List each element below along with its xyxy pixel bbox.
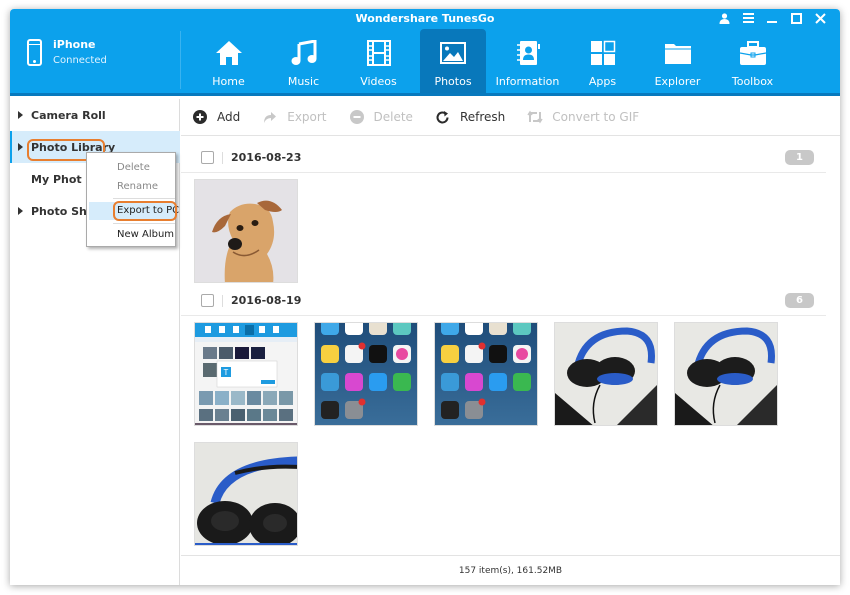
nav-videos[interactable]: Videos: [341, 29, 416, 93]
app-window: Wondershare TunesGo iPhone Connected Hom…: [10, 9, 840, 585]
nav-label: Photos: [434, 75, 472, 88]
group-date: 2016-08-19: [231, 294, 302, 307]
sidebar-item-label: Photo Sh: [31, 204, 87, 218]
nav-label: Toolbox: [731, 75, 774, 88]
delete-button[interactable]: Delete: [349, 109, 413, 125]
nav-label: Videos: [360, 75, 397, 88]
status-bar: 157 item(s), 161.52MB: [181, 555, 840, 585]
contacts-icon: [513, 38, 543, 68]
delete-label: Delete: [373, 110, 413, 124]
maximize-icon[interactable]: [790, 12, 802, 24]
export-label: Export: [287, 110, 327, 124]
plus-circle-icon: [192, 109, 208, 125]
photo-thumbnail-dog[interactable]: [194, 179, 298, 283]
nav-apps[interactable]: Apps: [565, 29, 640, 93]
sidebar-item-camera-roll[interactable]: Camera Roll: [10, 99, 180, 131]
add-label: Add: [217, 110, 241, 124]
add-button[interactable]: Add: [192, 109, 240, 125]
count-badge: 6: [785, 293, 814, 308]
home-icon: [214, 38, 244, 68]
convert-to-gif-button[interactable]: Convert to GIF: [527, 109, 639, 125]
context-menu-export-to-pc[interactable]: Export to PC: [89, 202, 179, 220]
photo-thumbnail-headphones[interactable]: [674, 322, 778, 426]
photo-thumbnail-headphones[interactable]: [194, 442, 298, 546]
device-name: iPhone: [53, 38, 96, 51]
menu-divider: [113, 198, 175, 199]
music-icon: [289, 38, 319, 68]
refresh-icon: [435, 109, 451, 125]
photo-thumbnail-homescreen[interactable]: [314, 322, 418, 426]
nav-music[interactable]: Music: [266, 29, 341, 93]
photo-thumbnail-homescreen[interactable]: [434, 322, 538, 426]
close-icon[interactable]: [814, 12, 826, 24]
status-summary: 157 item(s), 161.52MB: [458, 565, 563, 576]
sidebar-item-label: My Phot: [31, 172, 82, 186]
device-info[interactable]: iPhone Connected: [27, 38, 107, 66]
export-arrow-icon: [262, 109, 278, 125]
nav-label: Home: [212, 75, 245, 88]
header-divider: [180, 31, 181, 89]
minimize-icon[interactable]: [766, 12, 778, 24]
menu-divider: [113, 223, 175, 224]
group-checkbox[interactable]: [201, 294, 214, 307]
window-controls: [718, 12, 826, 24]
photo-thumbnail-screenshot[interactable]: T: [194, 322, 298, 426]
header-bar: Wondershare TunesGo iPhone Connected Hom…: [10, 9, 840, 96]
nav-label: Information: [495, 75, 560, 88]
photo-grid: 2016-08-23 1 2016-08-19 6 T: [181, 137, 840, 554]
svg-text:T: T: [224, 368, 229, 377]
menu-icon[interactable]: [742, 12, 754, 24]
sidebar-item-label: Camera Roll: [31, 108, 106, 122]
date-group-header: 2016-08-23 1: [181, 143, 826, 173]
apps-icon: [588, 38, 618, 68]
context-menu: Delete Rename Export to PC New Album: [86, 152, 179, 247]
expand-arrow-icon[interactable]: [18, 143, 23, 151]
nav-explorer[interactable]: Explorer: [640, 29, 715, 93]
date-group-header: 2016-08-19 6: [181, 286, 826, 316]
photo-thumbnail-headphones[interactable]: [554, 322, 658, 426]
context-menu-rename[interactable]: Rename: [89, 178, 175, 196]
device-status: Connected: [53, 55, 107, 66]
expand-arrow-icon[interactable]: [18, 207, 23, 215]
nav-home[interactable]: Home: [191, 29, 266, 93]
refresh-button[interactable]: Refresh: [435, 109, 505, 125]
film-icon: [364, 38, 394, 68]
refresh-label: Refresh: [459, 110, 506, 124]
convert-icon: [527, 109, 543, 125]
toolbox-icon: [738, 38, 768, 68]
context-menu-delete[interactable]: Delete: [89, 159, 175, 177]
minus-circle-icon: [349, 109, 365, 125]
app-title: Wondershare TunesGo: [355, 12, 495, 25]
nav-label: Explorer: [654, 75, 701, 88]
context-menu-new-album[interactable]: New Album: [89, 226, 175, 244]
photo-icon: [438, 38, 468, 68]
phone-icon: [27, 39, 42, 66]
nav-label: Music: [287, 75, 320, 88]
folder-icon: [663, 38, 693, 68]
nav-information[interactable]: Information: [490, 29, 565, 93]
group-checkbox[interactable]: [201, 151, 214, 164]
nav-photos[interactable]: Photos: [420, 29, 486, 93]
main-nav: Home Music Videos Photos Information App…: [191, 29, 790, 93]
user-icon[interactable]: [718, 12, 730, 24]
nav-toolbox[interactable]: Toolbox: [715, 29, 790, 93]
group-date: 2016-08-23: [231, 151, 302, 164]
nav-label: Apps: [588, 75, 617, 88]
toolbar: Add Export Delete Refresh Convert to GIF: [181, 99, 840, 136]
convert-to-gif-label: Convert to GIF: [552, 110, 640, 124]
export-button[interactable]: Export: [262, 109, 327, 125]
count-badge: 1: [785, 150, 814, 165]
expand-arrow-icon[interactable]: [18, 111, 23, 119]
